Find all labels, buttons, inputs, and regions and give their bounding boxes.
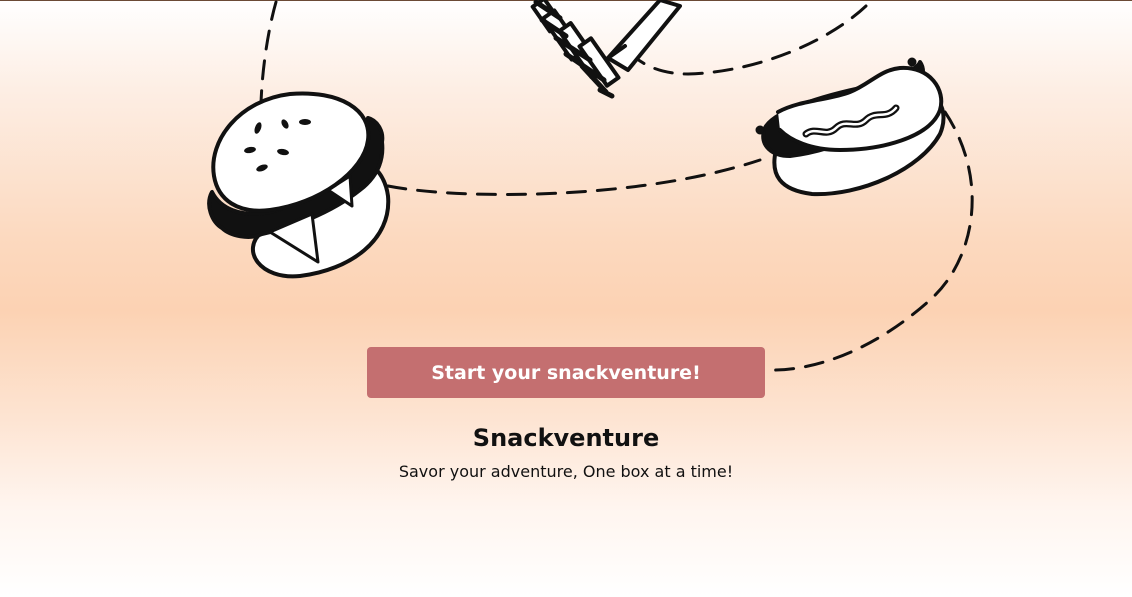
tagline-text: Savor your adventure, One box at a time! — [398, 462, 734, 481]
fries-icon — [530, 0, 682, 99]
snack-path-illustration — [207, 0, 974, 372]
start-snackventure-button[interactable]: Start your snackventure! — [367, 347, 765, 398]
brand-title: Snackventure — [472, 424, 660, 452]
burger-icon — [207, 91, 391, 279]
hotdog-icon — [755, 57, 946, 197]
